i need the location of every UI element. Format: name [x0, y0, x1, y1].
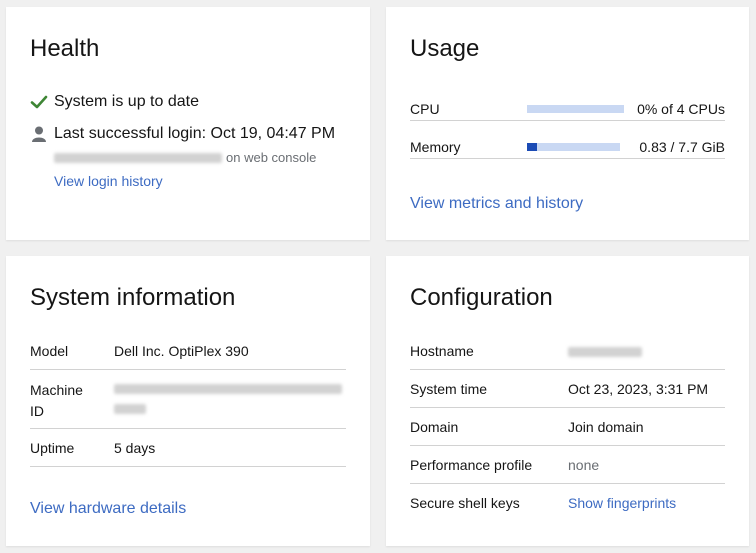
- row-divider: [410, 407, 725, 408]
- redacted-login-source: [54, 152, 222, 163]
- user-icon: [30, 125, 48, 143]
- login-source: on web console: [54, 150, 316, 165]
- cpu-usage-row: CPU 0% of 4 CPUs: [410, 91, 725, 129]
- configuration-card: Configuration Hostname System time Oct 2…: [386, 256, 749, 546]
- update-status-text: System is up to date: [54, 93, 199, 110]
- uptime-value: 5 days: [114, 440, 156, 456]
- memory-usage-bar: [527, 143, 620, 151]
- row-divider: [410, 445, 725, 446]
- model-value: Dell Inc. OptiPlex 390: [114, 343, 249, 359]
- row-divider: [410, 369, 725, 370]
- redacted-machine-id: [114, 384, 342, 394]
- memory-label: Memory: [410, 139, 461, 155]
- hostname-key: Hostname: [410, 343, 474, 359]
- hostname-value[interactable]: [568, 347, 642, 357]
- memory-usage-row: Memory 0.83 / 7.7 GiB: [410, 129, 725, 167]
- health-title: Health: [30, 35, 100, 62]
- domain-key: Domain: [410, 419, 459, 435]
- usage-title: Usage: [410, 35, 480, 62]
- cpu-value: 0% of 4 CPUs: [637, 101, 725, 117]
- cpu-usage-bar: [527, 105, 624, 113]
- memory-usage-fill: [527, 143, 538, 151]
- last-login: Last successful login: Oct 19, 04:47 PM: [30, 125, 335, 143]
- row-divider: [410, 483, 725, 484]
- redacted-hostname: [568, 347, 642, 357]
- join-domain-button[interactable]: Join domain: [568, 419, 644, 435]
- machine-id-key: Machine ID: [30, 382, 83, 419]
- last-login-text: Last successful login: Oct 19, 04:47 PM: [54, 125, 336, 142]
- performance-profile-value[interactable]: none: [568, 457, 599, 473]
- performance-profile-key: Performance profile: [410, 457, 533, 473]
- uptime-key: Uptime: [30, 440, 75, 456]
- view-login-history-link[interactable]: View login history: [54, 173, 163, 189]
- row-divider: [30, 466, 346, 467]
- system-information-title: System information: [30, 284, 236, 311]
- row-divider: [30, 428, 346, 429]
- memory-value: 0.83 / 7.7 GiB: [639, 139, 725, 155]
- health-card: Health System is up to date Last success…: [6, 7, 370, 240]
- usage-divider: [410, 120, 725, 121]
- login-source-suffix: on web console: [226, 150, 317, 165]
- view-hardware-details-link[interactable]: View hardware details: [30, 500, 186, 518]
- update-status: System is up to date: [30, 93, 199, 111]
- ssh-keys-key: Secure shell keys: [410, 495, 520, 511]
- system-information-card: System information Model Dell Inc. OptiP…: [6, 256, 370, 546]
- show-fingerprints-link[interactable]: Show fingerprints: [568, 495, 676, 511]
- row-divider: [30, 369, 346, 370]
- system-time-value[interactable]: Oct 23, 2023, 3:31 PM: [568, 381, 708, 397]
- cpu-label: CPU: [410, 101, 440, 117]
- system-time-key: System time: [410, 381, 488, 397]
- model-key: Model: [30, 343, 69, 359]
- check-icon: [30, 93, 48, 111]
- usage-card: Usage CPU 0% of 4 CPUs Memory 0.83 / 7.7…: [386, 7, 749, 240]
- usage-divider: [410, 158, 725, 159]
- machine-id-value: [114, 384, 342, 414]
- redacted-machine-id: [114, 404, 146, 414]
- configuration-title: Configuration: [410, 284, 553, 311]
- view-metrics-link[interactable]: View metrics and history: [410, 195, 583, 213]
